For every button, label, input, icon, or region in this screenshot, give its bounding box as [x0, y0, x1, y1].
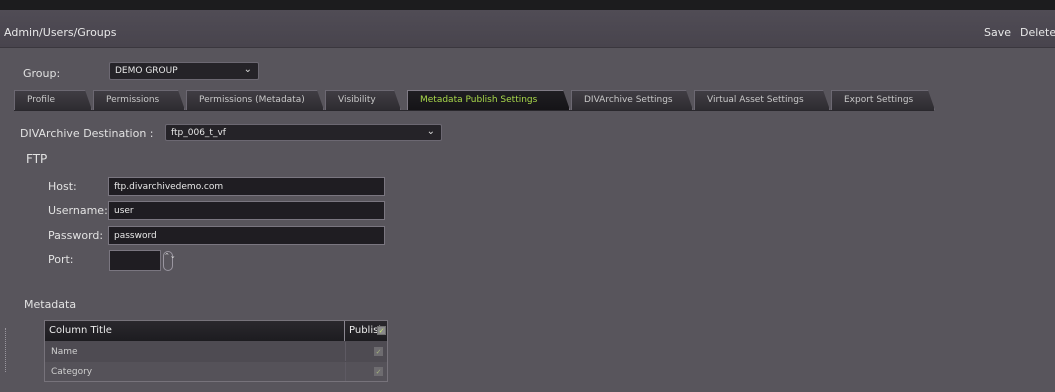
publish-all-checkbox[interactable]: ✓ — [377, 326, 386, 335]
publish-header[interactable]: Publish ✓ — [345, 321, 387, 341]
tab-profile[interactable]: Profile — [14, 90, 92, 110]
row-publish-checkbox[interactable]: ✓ — [374, 347, 383, 356]
row-name-cell: Category — [51, 367, 93, 377]
metadata-table: Column Title Publish ✓ Name ✓ Category ✓ — [44, 320, 388, 382]
top-strip — [0, 0, 1055, 10]
chevron-down-icon: ⌄ — [243, 64, 252, 75]
host-field[interactable]: ftp.divarchivedemo.com — [108, 177, 385, 196]
tab-bar: Profile Permissions Permissions (Metadat… — [0, 90, 1055, 110]
host-label: Host: — [48, 180, 77, 193]
tab-divarchive-settings[interactable]: DIVArchive Settings — [571, 90, 693, 110]
table-row[interactable]: Name ✓ — [45, 341, 387, 361]
password-label: Password: — [48, 229, 104, 242]
username-field[interactable]: user — [108, 201, 385, 220]
port-label: Port: — [48, 253, 74, 266]
tab-permissions-metadata[interactable]: Permissions (Metadata) — [186, 90, 324, 110]
resize-grip-icon[interactable] — [5, 328, 8, 372]
port-field[interactable] — [109, 250, 161, 271]
metadata-section-title: Metadata — [24, 298, 77, 311]
delete-button[interactable]: Delete — [1020, 26, 1055, 39]
port-spinner-icon[interactable]: ⌃⌄ — [163, 251, 176, 271]
breadcrumb: Admin/Users/Groups — [4, 26, 117, 39]
row-publish-checkbox[interactable]: ✓ — [374, 367, 383, 376]
table-row[interactable]: Category ✓ — [45, 361, 387, 381]
tab-virtual-asset-settings[interactable]: Virtual Asset Settings — [694, 90, 830, 110]
group-label: Group: — [23, 67, 61, 80]
row-publish-cell: ✓ — [345, 362, 387, 381]
tab-divider — [14, 110, 934, 111]
username-label: Username: — [48, 204, 108, 217]
password-field[interactable]: password — [108, 226, 385, 245]
group-select-value: DEMO GROUP — [115, 66, 178, 76]
destination-select[interactable]: ftp_006_t_vf ⌄ — [165, 124, 442, 141]
column-title-header[interactable]: Column Title — [45, 321, 345, 341]
tab-metadata-publish-settings[interactable]: Metadata Publish Settings — [407, 90, 570, 110]
group-select[interactable]: DEMO GROUP ⌄ — [109, 62, 259, 80]
tab-visibility[interactable]: Visibility — [325, 90, 401, 110]
ftp-section-title: FTP — [26, 152, 48, 166]
tab-export-settings[interactable]: Export Settings — [831, 90, 935, 110]
tab-permissions[interactable]: Permissions — [93, 90, 185, 110]
row-name-cell: Name — [51, 347, 78, 357]
destination-label: DIVArchive Destination : — [20, 127, 154, 140]
header-bar: Admin/Users/Groups Save Delete — [0, 10, 1055, 48]
save-button[interactable]: Save — [984, 26, 1011, 39]
row-publish-cell: ✓ — [345, 342, 387, 361]
destination-select-value: ftp_006_t_vf — [171, 128, 226, 138]
chevron-down-icon: ⌄ — [426, 126, 435, 137]
